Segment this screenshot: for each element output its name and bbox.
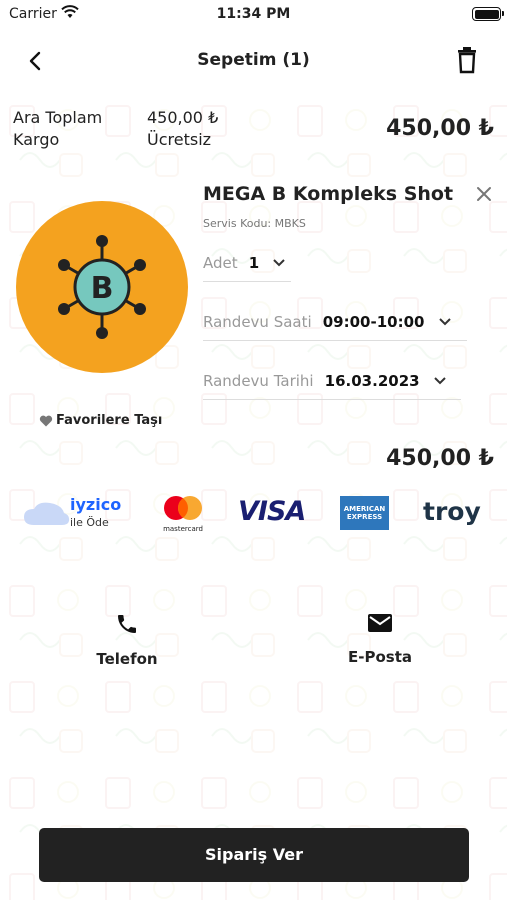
chevron-down-icon — [273, 258, 285, 266]
iyzico-sub: ile Öde — [70, 516, 109, 529]
appointment-date-value: 16.03.2023 — [324, 371, 420, 390]
product-name: MEGA B Kompleks Shot — [203, 183, 454, 205]
subtotal-value: 450,00 ₺ — [147, 108, 219, 127]
battery-icon — [472, 7, 504, 21]
quantity-value: 1 — [248, 253, 260, 272]
phone-button[interactable]: Telefon — [77, 612, 177, 668]
appointment-date-label: Randevu Tarihi — [203, 371, 314, 390]
quantity-label: Adet — [203, 253, 238, 272]
service-code: Servis Kodu: MBKS — [203, 217, 306, 230]
phone-label: Telefon — [96, 650, 158, 668]
nav-bar: Sepetim (1) — [0, 28, 507, 92]
iyzico-brand: iyzico — [70, 495, 122, 514]
quantity-select[interactable]: Adet 1 — [203, 252, 291, 282]
shipping-label: Kargo — [13, 130, 60, 149]
troy-logo: troy — [423, 497, 481, 526]
product-image: B — [16, 201, 188, 373]
visa-logo: VISA — [238, 496, 306, 527]
cart-total: 450,00 ₺ — [386, 116, 494, 141]
amex-line2: EXPRESS — [346, 513, 383, 521]
appointment-time-select[interactable]: Randevu Saati 09:00-10:00 — [203, 311, 467, 341]
heart-icon — [39, 415, 53, 426]
chevron-down-icon — [438, 317, 451, 325]
image-letter: B — [91, 271, 114, 306]
product-price: 450,00 ₺ — [386, 446, 494, 471]
status-time: 11:34 PM — [216, 6, 291, 22]
place-order-button[interactable]: Sipariş Ver — [39, 828, 469, 882]
trash-icon[interactable] — [454, 46, 480, 74]
move-to-favorites-button[interactable]: Favorilere Taşı — [39, 413, 162, 428]
subtotal-label: Ara Toplam — [13, 108, 103, 127]
appointment-time-value: 09:00-10:00 — [322, 312, 425, 331]
chevron-down-icon — [433, 376, 446, 384]
mastercard-circles-icon — [164, 496, 202, 520]
amex-line1: AMERICAN — [343, 505, 386, 513]
appointment-date-select[interactable]: Randevu Tarihi 16.03.2023 — [203, 370, 461, 400]
phone-icon — [118, 615, 136, 633]
appointment-time-label: Randevu Saati — [203, 312, 312, 331]
amex-logo: AMERICAN EXPRESS — [340, 496, 389, 530]
iyzico-cloud-icon — [24, 502, 70, 525]
email-button[interactable]: E-Posta — [330, 612, 430, 666]
mastercard-text: mastercard — [163, 525, 203, 533]
page-title: Sepetim (1) — [197, 50, 310, 70]
mail-icon — [368, 614, 392, 632]
email-label: E-Posta — [348, 648, 412, 666]
mastercard-logo: mastercard — [160, 495, 206, 533]
vitamin-b-icon: B — [58, 235, 146, 339]
iyzico-logo: iyzico ile Öde — [22, 495, 132, 535]
status-bar: Carrier 11:34 PM — [0, 0, 507, 28]
shipping-value: Ücretsiz — [147, 130, 212, 149]
move-to-favorites-label: Favorilere Taşı — [56, 413, 163, 428]
remove-item-icon[interactable] — [474, 184, 494, 204]
